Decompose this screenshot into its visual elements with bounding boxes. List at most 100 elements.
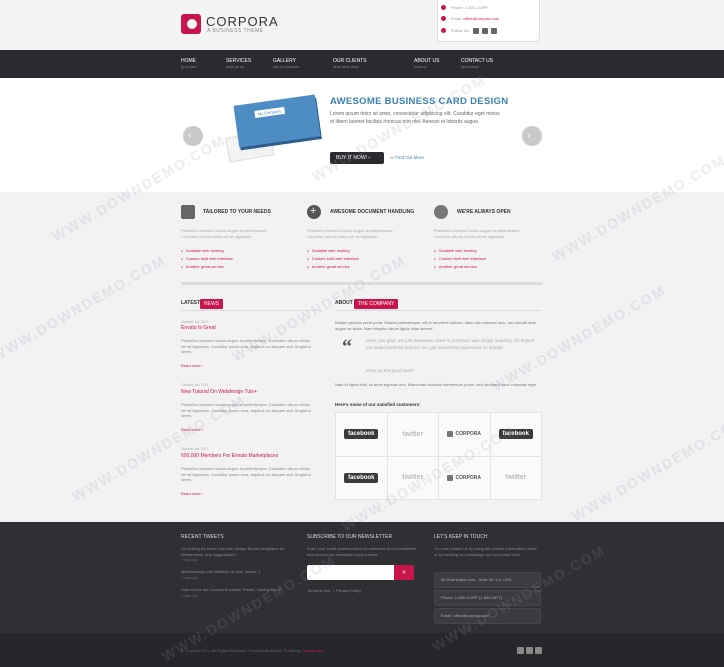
contact-email-row: Email: office@corpora.com — [451, 16, 499, 21]
customer-logo[interactable]: twitter — [490, 456, 542, 500]
rss-icon[interactable] — [535, 647, 542, 654]
feature-title: TAILORED TO YOUR NEEDS — [203, 209, 271, 215]
feature-item[interactable]: Another great service — [434, 263, 486, 271]
slide-text: Lorem ipsum dolor sit amet, consectetur … — [330, 111, 500, 125]
feature-title: WE'RE ALWAYS OPEN — [457, 209, 511, 215]
buy-label: BUY IT NOW! — [336, 155, 367, 161]
facebook-icon[interactable] — [526, 647, 533, 654]
news-title[interactable]: New Tutorial On Webdesign Tuts+ — [181, 389, 257, 395]
news-title[interactable]: Envato Is Great — [181, 325, 216, 331]
customer-logo[interactable]: twitter — [387, 413, 439, 457]
facebook-logo: facebook — [498, 429, 533, 440]
corpora-logo-text: corpora — [455, 431, 482, 438]
main-nav — [0, 50, 724, 78]
terms-link[interactable]: Terms of Use — [307, 588, 331, 593]
read-more-label: Read more — [181, 363, 201, 368]
nav-home-sub: go to start — [181, 65, 197, 69]
twitter-icon[interactable] — [517, 647, 524, 654]
read-more-label: Read more — [181, 427, 201, 432]
twitter-icon[interactable] — [473, 28, 479, 34]
nav-gallery[interactable]: GALLERY — [273, 58, 296, 64]
rss-icon[interactable] — [491, 28, 497, 34]
slider-next-button[interactable]: › — [522, 126, 542, 146]
feature-item[interactable]: Custom built web interface — [181, 255, 233, 263]
about-tag: THE COMPANY — [354, 299, 399, 309]
feature-list: Scalable web hosting Custom built web in… — [181, 247, 233, 271]
slide-title: AWESOME BUSINESS CARD DESIGN — [330, 96, 509, 107]
read-more-link[interactable]: Read more › — [181, 363, 203, 368]
read-more-link[interactable]: Read more › — [181, 427, 203, 432]
customer-logo[interactable]: corpora — [439, 413, 491, 457]
feature-item[interactable]: Scalable web hosting — [434, 247, 486, 255]
phone-box: Phone: 1-800-CORP (1-800-2677) — [434, 590, 541, 606]
email-box[interactable]: Email: office@corpora.com — [434, 608, 541, 624]
read-more-label: Read more — [181, 491, 201, 496]
globe-icon — [434, 205, 448, 219]
customer-logo[interactable]: facebook — [336, 413, 388, 457]
phone-icon — [441, 5, 446, 10]
contact-email-label: Email: — [451, 16, 463, 21]
customer-logo[interactable]: twitter — [387, 456, 439, 500]
contact-phone: Phone: 1-800-CORP — [451, 5, 488, 10]
logo-name[interactable]: CORPORA — [206, 14, 279, 29]
customer-logo[interactable]: corpora — [439, 456, 491, 500]
tweet-text: @wellsdesign will definitely do that, th… — [181, 569, 261, 574]
header — [0, 0, 724, 50]
nav-our-clients[interactable]: OUR CLIENTS — [333, 58, 367, 64]
feature-text: Phasellus euismod luctus augue at pellen… — [307, 228, 394, 239]
newsletter-text: Enter your email address below to subscr… — [307, 546, 417, 557]
feature-item[interactable]: Another great service — [181, 263, 233, 271]
nav-our-clients-sub: what we've done — [333, 65, 359, 69]
nav-home[interactable]: HOME — [181, 58, 196, 64]
facebook-icon[interactable] — [482, 28, 488, 34]
email-icon — [441, 16, 446, 21]
address-box: 80 Washington Ave., Suite 50, CA, USA — [434, 572, 541, 588]
feature-item[interactable]: Scalable web hosting — [181, 247, 233, 255]
feature-item[interactable]: Custom built web interface — [434, 255, 486, 263]
feature-item[interactable]: Another great service — [307, 263, 359, 271]
feature-list: Scalable web hosting Custom built web in… — [307, 247, 359, 271]
facebook-logo: facebook — [344, 472, 379, 483]
footer-links: Terms of Use | Privacy Policy — [307, 588, 361, 593]
nav-contact-us-sub: get in touch — [461, 65, 480, 69]
twitter-logo: twitter — [402, 430, 424, 438]
feature-item[interactable]: Scalable web hosting — [307, 247, 359, 255]
news-title[interactable]: 600,000 Members For Envato Marketplaces — [181, 453, 278, 459]
tweets-title: RECENT TWEETS — [181, 534, 224, 540]
follow-icon — [441, 28, 446, 33]
about-text: Nullam gravida porta porta. Mauris pelle… — [335, 320, 536, 331]
author-link[interactable]: OrangeIdea — [302, 648, 323, 653]
customer-logo-grid: facebook twitter corpora facebook facebo… — [335, 412, 542, 500]
newsletter-title: SUBSCRIBE TO OUR NEWSLETTER — [307, 534, 393, 540]
nav-about-us[interactable]: ABOUT US — [414, 58, 439, 64]
privacy-link[interactable]: Privacy Policy — [336, 588, 361, 593]
business-card-label: My Company — [254, 106, 285, 118]
chevron-right-icon: › — [201, 491, 204, 496]
nav-about-us-sub: know us — [414, 65, 427, 69]
twitter-logo: twitter — [505, 474, 527, 482]
newsletter-email-input[interactable] — [307, 565, 394, 580]
newsletter-submit-button[interactable]: » — [394, 565, 414, 580]
read-more-link[interactable]: Read more › — [181, 491, 203, 496]
feature-list: Scalable web hosting Custom built web in… — [434, 247, 486, 271]
chevron-left-icon: ‹ — [188, 130, 192, 141]
customer-logo[interactable]: facebook — [336, 456, 388, 500]
news-date: October 1st, 2011 — [181, 383, 209, 387]
corpora-logo-text: corpora — [455, 474, 482, 481]
contact-email-link[interactable]: office@corpora.com — [463, 16, 499, 21]
nav-services[interactable]: SERVICES — [226, 58, 251, 64]
slider-prev-button[interactable]: ‹ — [183, 126, 203, 146]
buy-it-now-button[interactable]: BUY IT NOW! › — [330, 152, 384, 164]
customer-logo[interactable]: facebook — [490, 413, 542, 457]
plus-icon: + — [307, 205, 321, 219]
section-divider — [181, 282, 543, 285]
nav-contact-us[interactable]: CONTACT US — [461, 58, 493, 64]
twitter-logo: twitter — [402, 474, 424, 482]
corpora-mark-icon — [447, 431, 454, 438]
logo-icon[interactable] — [181, 14, 201, 34]
copyright-text: © Corpora 2011. All Rights Reserved. Pre… — [181, 648, 301, 653]
corpora-logo: corpora — [447, 474, 482, 481]
news-heading: LATEST — [181, 300, 201, 306]
find-out-more-link[interactable]: Find Out More — [395, 155, 424, 160]
feature-item[interactable]: Custom built web interface — [307, 255, 359, 263]
